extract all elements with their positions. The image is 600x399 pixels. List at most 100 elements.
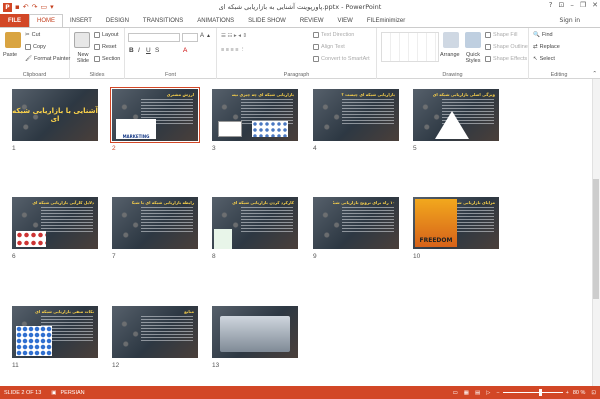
network-people-graphic [317,203,345,243]
slide-number: 13 [212,362,220,369]
slide-thumbnail-13[interactable] [212,306,298,358]
maximize-button[interactable]: ❐ [580,1,586,9]
language-indicator[interactable]: PERSIAN [61,390,85,396]
underline-button[interactable]: U [146,47,151,54]
align-icons[interactable]: ≡ ≡ ≡ ≡ ⋮ [221,47,245,53]
slides-group: New Slide Layout Reset Section Slides [70,28,125,79]
slide-thumbnail-2[interactable]: ارزش مشتری MARKETING [110,87,200,143]
network-people-graphic [116,203,144,243]
shape-fill-button[interactable]: Shape Fill [485,32,517,38]
tab-insert[interactable]: INSERT [63,14,99,27]
zoom-out-icon[interactable]: − [496,390,499,396]
copy-button[interactable]: Copy [25,44,46,50]
fit-slide-icon[interactable]: ⊡ [591,390,596,396]
search-icon: 🔍 [533,32,540,38]
quick-styles-icon[interactable] [465,32,481,48]
tab-slide-show[interactable]: SLIDE SHOW [241,14,293,27]
shape-fill-icon [485,32,491,38]
slide-thumbnail-3[interactable]: بازاریابی شبکه ای چه چیزی نیست ؟ [212,89,298,141]
help-button[interactable]: ? [549,1,553,9]
slide-thumbnail-1[interactable]: آشنایی با بازاریابی شبکه ای [12,89,98,141]
tab-file[interactable]: FILE [0,14,29,27]
slideshow-view-icon[interactable]: ▷ [486,390,490,396]
slide-thumbnail-4[interactable]: بازاریابی شبکه ای چیست ؟ [313,89,399,141]
bullets-icon[interactable]: ☰ ☷ ▸ ◂ ⇕ [221,33,247,39]
paste-button[interactable]: Paste [3,52,17,58]
start-slideshow-icon[interactable]: ▭ [41,3,48,11]
zoom-in-icon[interactable]: + [566,390,569,396]
slide-thumbnail-8[interactable]: کارکرد کردن بازاریابی شبکه ای [212,197,298,249]
reading-view-icon[interactable]: ▤ [475,390,480,396]
convert-smartart-button[interactable]: Convert to SmartArt [313,56,370,62]
ribbon-display-button[interactable]: ⊡ [558,1,564,9]
drawing-group-label: Drawing [442,72,463,78]
zoom-slider[interactable] [502,389,563,396]
slide-thumbnail-12[interactable]: منابع [112,306,198,358]
slide-sorter-view-icon[interactable]: ▦ [464,390,469,396]
text-direction-button[interactable]: Text Direction [313,32,354,38]
grow-font-icon[interactable]: A ▲ [200,33,211,39]
vertical-scrollbar[interactable] [592,79,600,386]
reset-button[interactable]: Reset [94,44,116,50]
italic-button[interactable]: I [138,47,140,54]
close-button[interactable]: ✕ [592,1,598,9]
spell-check-icon[interactable]: ▣ [51,390,56,396]
crowd-image [16,326,52,356]
slide-thumbnail-5[interactable]: ویژگی اصلی بازاریابی شبکه ای [413,89,499,141]
tab-home[interactable]: HOME [29,14,63,27]
minimize-button[interactable]: – [570,1,574,9]
section-button[interactable]: Section [94,56,120,62]
bold-button[interactable]: B [129,47,134,54]
powerpoint-logo-icon: P [3,2,12,12]
font-name-box[interactable] [128,33,180,42]
slide-thumbnail-7[interactable]: رابطه بازاریابی شبکه ای با شبکه اینترنت [112,197,198,249]
redo-icon[interactable]: ↷ [32,3,38,11]
section-label: Section [102,56,121,62]
slide-thumbnail-9[interactable]: ۱۰ راه برای ترویج بازاریابی شبکه ای [313,197,399,249]
ribbon: Paste ✂ Cut Copy 🖌 Format Painter Clipboar… [0,27,600,79]
zoom-thumb[interactable] [538,389,542,396]
shapes-gallery[interactable] [381,32,439,62]
paste-icon[interactable] [5,32,21,48]
drawing-group: Arrange Quick Styles Shape Fill Shape Ou… [377,28,529,79]
slide-thumbnail-10[interactable]: مزایای بازاریابی شبکه ای FREEDOM [413,197,499,249]
convert-smartart-label: Convert to SmartArt [321,56,370,62]
align-text-button[interactable]: Align Text [313,44,345,50]
tab-design[interactable]: DESIGN [99,14,136,27]
shape-outline-button[interactable]: Shape Outline [485,44,528,50]
layout-button[interactable]: Layout [94,32,119,38]
undo-icon[interactable]: ↶ [23,3,29,11]
slide-thumbnail-11[interactable]: نکات منفی بازاریابی شبکه ای [12,306,98,358]
replace-label: Replace [539,44,560,50]
network-people-graphic [417,95,445,135]
tab-transitions[interactable]: TRANSITIONS [136,14,190,27]
sign-in-link[interactable]: Sign in [560,14,600,27]
font-color-button[interactable]: A [183,47,187,54]
tab-animations[interactable]: ANIMATIONS [190,14,241,27]
quick-styles-button[interactable]: Quick Styles [463,52,483,64]
shadow-button[interactable]: S [155,47,159,54]
collapse-ribbon-icon[interactable]: ⌃ [592,71,597,77]
scrollbar-thumb[interactable] [593,179,599,299]
tab-fileminimizer[interactable]: FILEminimizer [360,14,412,27]
cut-button[interactable]: ✂ Cut [25,32,40,38]
format-painter-button[interactable]: 🖌 Format Painter [25,56,70,62]
tab-view[interactable]: VIEW [331,14,360,27]
find-button[interactable]: 🔍 Find [533,32,553,38]
slide-thumbnail-6[interactable]: دلایل کارآیی بازاریابی شبکه ای [12,197,98,249]
replace-button[interactable]: ⇄ Replace [533,44,560,50]
new-slide-icon[interactable] [74,32,90,48]
arrange-button[interactable]: Arrange [440,52,460,58]
editing-group-label: Editing [550,72,568,78]
select-button[interactable]: ↖ Select [533,56,555,62]
zoom-level[interactable]: 80 % [573,390,586,396]
shape-effects-button[interactable]: Shape Effects [485,56,527,62]
arrange-icon[interactable] [443,32,459,48]
normal-view-icon[interactable]: ▭ [453,390,458,396]
font-size-box[interactable] [182,33,198,42]
tab-review[interactable]: REVIEW [293,14,331,27]
status-bar: SLIDE 2 OF 13 ▣ PERSIAN ▭ ▦ ▤ ▷ − + 80 %… [0,386,600,399]
new-slide-button[interactable]: New Slide [72,52,94,64]
save-icon[interactable]: ▪ [15,3,20,11]
customize-toolbar-icon[interactable]: ▾ [50,3,54,11]
